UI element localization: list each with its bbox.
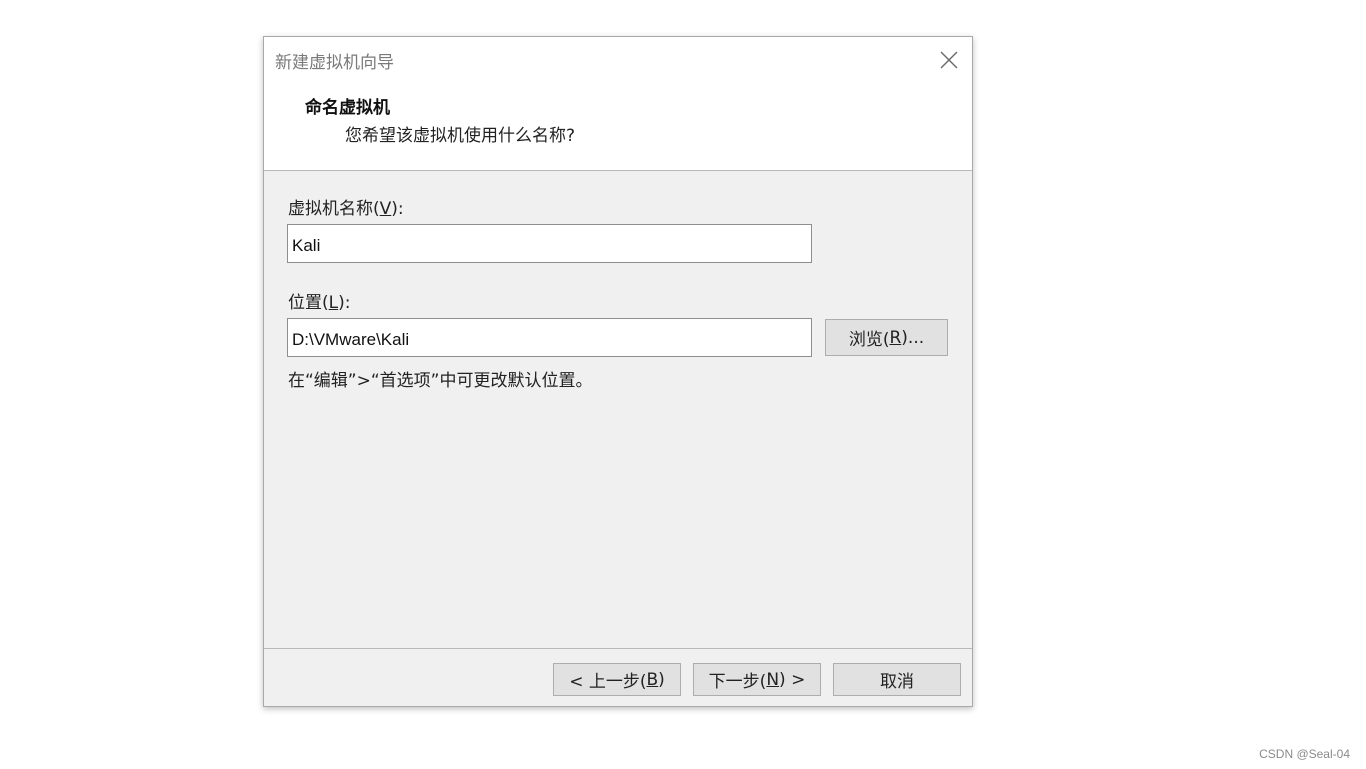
back-button[interactable]: < 上一步(B): [553, 663, 681, 696]
footer-divider: [264, 648, 972, 649]
close-icon: [940, 51, 958, 69]
dialog-header: 新建虚拟机向导 命名虚拟机 您希望该虚拟机使用什么名称?: [264, 37, 972, 171]
default-location-hint: 在“编辑”>“首选项”中可更改默认位置。: [288, 371, 593, 391]
next-button[interactable]: 下一步(N) >: [693, 663, 821, 696]
watermark: CSDN @Seal-04: [1259, 747, 1350, 761]
location-label: 位置(L):: [288, 293, 351, 313]
location-input[interactable]: [287, 318, 812, 357]
browse-button[interactable]: 浏览(R)...: [825, 319, 948, 356]
close-button[interactable]: [936, 47, 962, 73]
page-heading: 命名虚拟机: [305, 98, 390, 118]
window-title: 新建虚拟机向导: [275, 53, 394, 73]
vm-name-label: 虚拟机名称(V):: [288, 199, 404, 219]
cancel-button[interactable]: 取消: [833, 663, 961, 696]
page-subheading: 您希望该虚拟机使用什么名称?: [345, 126, 576, 146]
new-vm-wizard-dialog: 新建虚拟机向导 命名虚拟机 您希望该虚拟机使用什么名称? 虚拟机名称(V): 位…: [263, 36, 973, 707]
vm-name-input[interactable]: [287, 224, 812, 263]
